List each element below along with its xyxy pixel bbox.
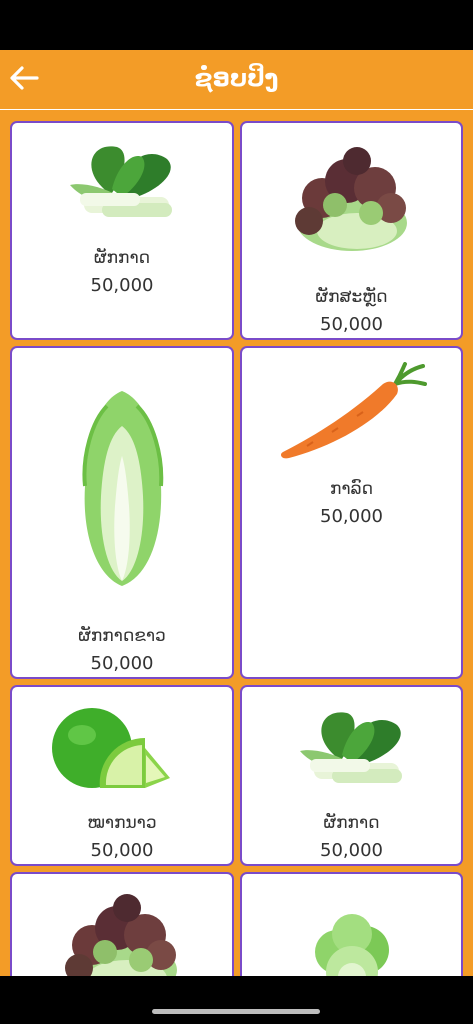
product-name: ຜັກກາດ bbox=[323, 813, 380, 833]
product-card[interactable]: ໝາກນາວ 50,000 bbox=[10, 685, 234, 866]
product-price: 50,000 bbox=[320, 840, 383, 861]
product-name: ຜັກສະຫຼັດ bbox=[315, 287, 388, 307]
bok-choy-image bbox=[242, 703, 461, 793]
app-bar: ຊໍ່ອບປິງ bbox=[0, 50, 473, 110]
product-name: ກາລົດ bbox=[330, 479, 373, 499]
product-name: ໝາກນາວ bbox=[87, 813, 157, 833]
product-name: ຜັກກາດ bbox=[93, 248, 150, 268]
product-price: 50,000 bbox=[90, 840, 154, 861]
product-card[interactable]: ກາລົດ 50,000 bbox=[240, 346, 463, 679]
product-card[interactable]: ຜັກກາດ 50,000 bbox=[240, 685, 463, 866]
page-title: ຊໍ່ອບປິງ bbox=[194, 64, 279, 92]
product-card[interactable]: ຜັກກາດ 50,000 bbox=[10, 121, 234, 340]
bok-choy-image bbox=[12, 137, 232, 227]
product-grid: ຜັກກາດ 50,000 ຜັກສະຫຼັດ 50,000 ຜັກກາດຂາວ… bbox=[0, 110, 473, 976]
product-card[interactable] bbox=[240, 872, 463, 976]
status-bar bbox=[0, 0, 473, 50]
product-price: 50,000 bbox=[90, 275, 154, 296]
product-price: 50,000 bbox=[90, 653, 154, 674]
product-card[interactable] bbox=[10, 872, 234, 976]
napa-cabbage-image bbox=[12, 386, 232, 586]
carrot-image bbox=[242, 362, 461, 462]
product-name: ຜັກກາດຂາວ bbox=[78, 626, 166, 646]
lime-image bbox=[12, 703, 232, 798]
red-leaf-lettuce-image bbox=[12, 890, 232, 976]
product-price: 50,000 bbox=[320, 506, 383, 527]
home-indicator[interactable] bbox=[152, 1009, 320, 1014]
green-lettuce-image bbox=[242, 912, 461, 976]
product-card[interactable]: ຜັກສະຫຼັດ 50,000 bbox=[240, 121, 463, 340]
red-leaf-lettuce-image bbox=[242, 143, 461, 258]
product-price: 50,000 bbox=[320, 314, 383, 335]
product-card[interactable]: ຜັກກາດຂາວ 50,000 bbox=[10, 346, 234, 679]
system-nav-bar bbox=[0, 976, 473, 1024]
